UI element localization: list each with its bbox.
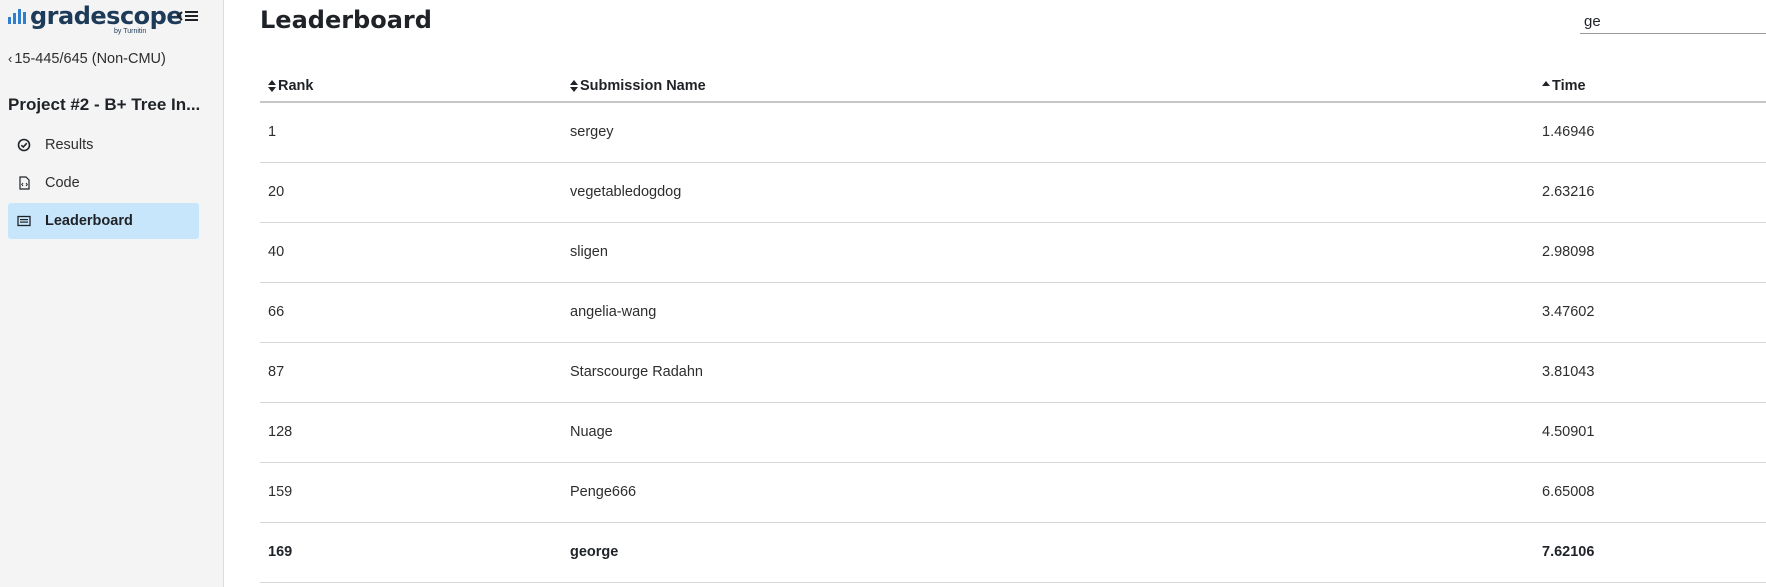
sidebar-nav: Results Code Leaderboard <box>8 127 199 241</box>
main-content: Leaderboard Rank Submission Name Time 1 … <box>224 0 1766 587</box>
time-cell: 1.46946 <box>1542 124 1595 140</box>
table-row-highlighted[interactable]: 169 george 7.62106 <box>260 523 1766 583</box>
sidebar-item-results[interactable]: Results <box>8 127 199 163</box>
submission-name-cell: sergey <box>570 124 614 140</box>
sort-ascending-icon <box>1542 81 1550 86</box>
sidebar: gradescope by Turnitin ‹ 15-445/645 (Non-… <box>0 0 224 587</box>
column-header-rank[interactable]: Rank <box>268 78 313 94</box>
sort-both-icon <box>268 80 276 92</box>
table-row[interactable]: 66 angelia-wang 3.47602 <box>260 283 1766 343</box>
chevron-left-icon: ‹ <box>8 51 13 66</box>
course-back-label: 15-445/645 (Non-CMU) <box>14 51 166 67</box>
sidebar-item-label: Code <box>45 175 80 191</box>
rank-cell: 66 <box>268 304 285 320</box>
time-cell: 2.63216 <box>1542 184 1595 200</box>
logo-text: gradescope <box>30 2 183 30</box>
rank-cell: 159 <box>268 484 293 500</box>
table-row[interactable]: 128 Nuage 4.50901 <box>260 403 1766 463</box>
sort-both-icon <box>570 80 578 92</box>
collapse-sidebar-button[interactable] <box>176 6 202 26</box>
submission-name-cell: george <box>570 544 619 560</box>
table-row[interactable]: 159 Penge666 6.65008 <box>260 463 1766 523</box>
table-row[interactable]: 20 vegetabledogdog 2.63216 <box>260 163 1766 223</box>
rank-cell: 1 <box>268 124 277 140</box>
submission-name-cell: Nuage <box>570 424 613 440</box>
submission-name-cell: angelia-wang <box>570 304 657 320</box>
sidebar-item-label: Results <box>45 137 94 153</box>
collapse-menu-icon <box>176 11 198 21</box>
table-row[interactable]: 40 sligen 2.98098 <box>260 223 1766 283</box>
code-file-icon <box>17 176 31 190</box>
leaderboard-table: Rank Submission Name Time 1 sergey 1.469… <box>260 73 1766 583</box>
column-header-submission-name[interactable]: Submission Name <box>570 78 706 94</box>
time-cell: 3.81043 <box>1542 364 1595 380</box>
assignment-title: Project #2 - B+ Tree In... <box>8 95 201 114</box>
logo-subtext: by Turnitin <box>114 28 147 35</box>
search-input[interactable] <box>1580 10 1766 34</box>
time-cell: 4.50901 <box>1542 424 1595 440</box>
rank-cell: 20 <box>268 184 285 200</box>
rank-cell: 40 <box>268 244 285 260</box>
sidebar-item-label: Leaderboard <box>45 213 133 229</box>
sidebar-item-code[interactable]: Code <box>8 165 199 201</box>
time-cell: 2.98098 <box>1542 244 1595 260</box>
column-header-time[interactable]: Time <box>1542 78 1586 94</box>
sidebar-item-leaderboard[interactable]: Leaderboard <box>8 203 199 239</box>
time-cell: 7.62106 <box>1542 544 1595 560</box>
check-circle-icon <box>17 138 31 152</box>
submission-name-cell: vegetabledogdog <box>570 184 682 200</box>
rank-cell: 128 <box>268 424 293 440</box>
column-label: Submission Name <box>580 78 706 94</box>
table-header: Rank Submission Name Time <box>260 73 1766 103</box>
table-row[interactable]: 1 sergey 1.46946 <box>260 103 1766 163</box>
rank-cell: 169 <box>268 544 293 560</box>
column-label: Rank <box>278 78 314 94</box>
submission-name-cell: sligen <box>570 244 608 260</box>
time-cell: 6.65008 <box>1542 484 1595 500</box>
leaderboard-icon <box>17 214 31 228</box>
column-label: Time <box>1552 78 1586 94</box>
time-cell: 3.47602 <box>1542 304 1595 320</box>
course-back-link[interactable]: ‹ 15-445/645 (Non-CMU) <box>8 51 166 67</box>
submission-name-cell: Penge666 <box>570 484 637 500</box>
page-title: Leaderboard <box>260 6 432 34</box>
rank-cell: 87 <box>268 364 285 380</box>
logo-bars-icon <box>8 9 26 24</box>
table-row[interactable]: 87 Starscourge Radahn 3.81043 <box>260 343 1766 403</box>
submission-name-cell: Starscourge Radahn <box>570 364 703 380</box>
